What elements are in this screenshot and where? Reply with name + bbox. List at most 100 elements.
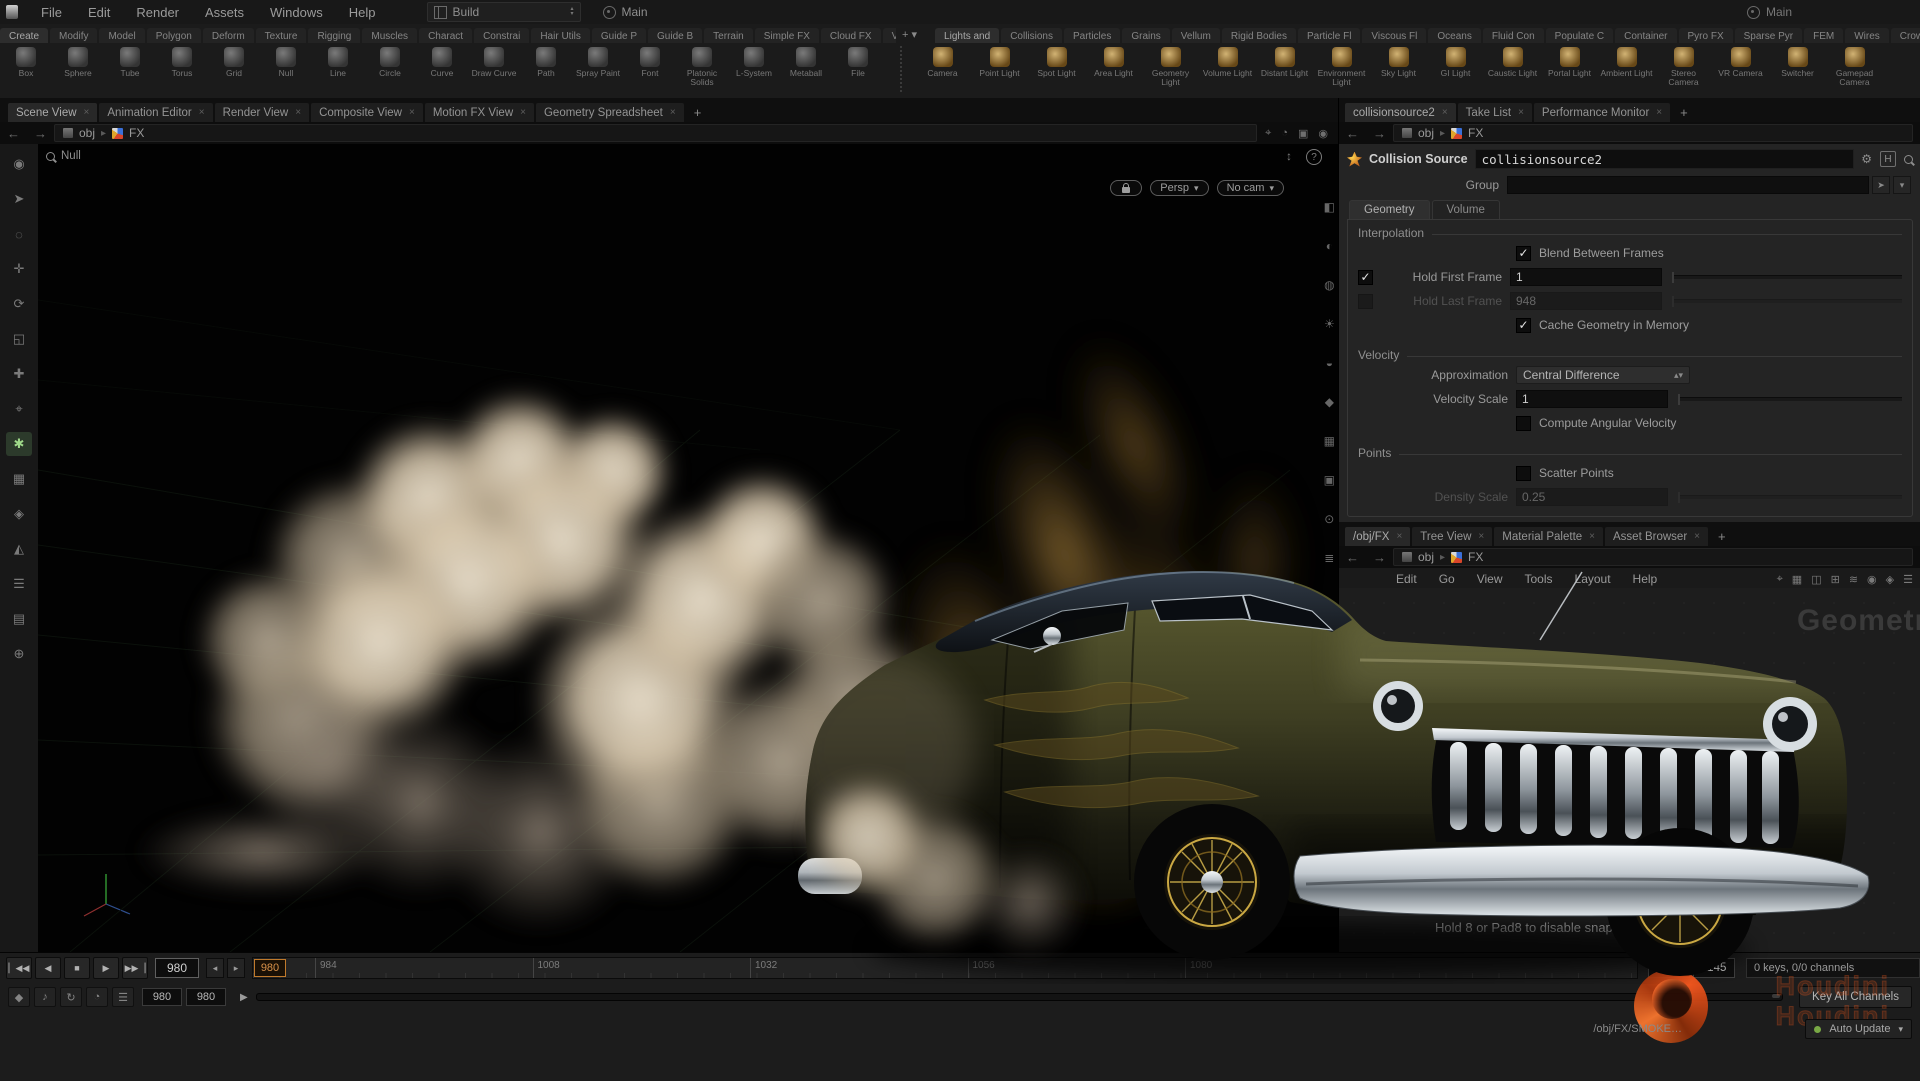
shelf-tab[interactable]: Texture [256,28,307,43]
sky-light-tool[interactable]: Sky Light [1370,44,1427,88]
geometry-light-tool[interactable]: Geometry Light [1142,44,1199,88]
search-params-icon[interactable] [1904,155,1913,164]
play-reverse-button[interactable]: ◀ [35,957,61,979]
step-back-button[interactable]: ◂ [206,958,224,978]
pin-icon[interactable]: ⌖ [1265,127,1271,140]
scene-viewport[interactable]: Null ↕ ? Persp▾ No cam▾ ◧◐◍☀◒◆▦▣⊙≣ [38,144,1338,952]
keyframe-scope-icon[interactable]: ◆ [8,987,30,1007]
menu-item[interactable]: File [28,0,75,24]
tile-layout-icon[interactable]: ◫ [1811,573,1821,586]
density-scale-slider[interactable] [1678,495,1902,499]
caustic-light-tool[interactable]: Caustic Light [1484,44,1541,88]
timeline-track[interactable]: 980 9841008103210561080 [252,957,1638,979]
velocity-scale-slider[interactable] [1678,397,1902,401]
key-pose-icon[interactable]: ◈ [6,502,32,526]
cache-geometry-checkbox[interactable]: ✓ [1516,318,1531,333]
shade-mode-icon[interactable]: ◐ [1326,239,1333,253]
pane-tab[interactable]: collisionsource2 × [1345,103,1456,122]
view-tool-icon[interactable]: ◉ [6,152,32,176]
breadcrumb-node[interactable]: FX [129,126,144,140]
point-light-tool[interactable]: Point Light [971,44,1028,88]
shelf-tab[interactable]: Wires [1845,28,1889,43]
compute-angular-velocity-checkbox[interactable] [1516,416,1531,431]
shelf-tab[interactable]: Sparse Pyr [1735,28,1802,43]
step-forward-button[interactable]: ▸ [227,958,245,978]
node-blast5[interactable]: blast5 [1607,668,1687,683]
ambient-light-tool[interactable]: Ambient Light [1598,44,1655,88]
shelf-tab[interactable]: Particles [1064,28,1120,43]
metaball-tool[interactable]: Metaball [780,44,832,88]
shelf-tab[interactable]: Vellum [1172,28,1220,43]
update-mode-dropdown[interactable]: Auto Update ▾ [1805,1019,1912,1039]
jump-start-button[interactable]: ▏◀◀ [6,957,32,979]
grid-display-icon[interactable]: ▦ [1324,434,1335,448]
gizmo-toggle-icon[interactable]: ⊕ [6,642,32,666]
gear-menu-icon[interactable]: ⚙ [1861,152,1872,166]
pane-tab[interactable]: Composite View × [311,103,423,122]
lasso-tool-icon[interactable]: ◌ [6,222,32,246]
hold-first-frame-slider[interactable] [1672,275,1902,279]
handles-tool-icon[interactable]: ✚ [6,362,32,386]
shadows-icon[interactable]: ◒ [1326,356,1333,370]
hold-last-frame-input[interactable]: 948 [1510,292,1662,310]
network-menu-item[interactable]: Go [1428,572,1466,586]
tab-geometry[interactable]: Geometry [1349,200,1430,219]
shelf-tab[interactable]: Charact [419,28,472,43]
help-icon[interactable]: ? [1306,149,1322,165]
shelf-tab[interactable]: Viscous Fl [1362,28,1426,43]
portal-light-tool[interactable]: Portal Light [1541,44,1598,88]
grid-snap-icon[interactable]: ▦ [1792,573,1802,586]
box-display-icon[interactable]: ▣ [1298,127,1308,140]
no-cam-pill[interactable]: No cam▾ [1217,180,1284,196]
spray-paint-tool[interactable]: Spray Paint [572,44,624,88]
active-shelf-tool-icon[interactable]: ✱ [6,432,32,456]
close-icon[interactable]: × [199,107,205,118]
network-menu-item[interactable]: Tools [1514,572,1564,586]
add-node-icon[interactable]: ⊞ [1831,573,1840,586]
breadcrumb-root[interactable]: obj [1418,550,1434,564]
hold-last-frame-checkbox[interactable] [1358,294,1373,309]
shelf-tab[interactable]: Modify [50,28,97,43]
pin-network-icon[interactable]: ⌖ [1777,573,1783,586]
shelf-tab[interactable]: Crowds [1891,28,1920,43]
select-tool-icon[interactable]: ➤ [6,187,32,211]
mirror-tool-icon[interactable]: ◭ [6,537,32,561]
play-forward-button[interactable]: ▶ [93,957,119,979]
forward-arrow-icon[interactable]: → [1366,550,1393,565]
line-tool[interactable]: Line [312,44,364,88]
breadcrumb-root[interactable]: obj [1418,126,1434,140]
close-icon[interactable]: × [1442,107,1448,118]
houdini-badge-icon[interactable]: H [1880,151,1896,167]
shelf-tab[interactable]: Rigid Bodies [1222,28,1296,43]
pane-tab[interactable]: Scene View × [8,103,97,122]
path-tool[interactable]: Path [520,44,572,88]
grid-tool[interactable]: Grid [208,44,260,88]
current-frame-marker[interactable]: 980 [254,959,286,977]
breadcrumb-node[interactable]: FX [1468,550,1483,564]
snap-tool-icon[interactable]: ▦ [6,467,32,491]
wire-shape-icon[interactable]: ≋ [1849,573,1858,586]
tube-tool[interactable]: Tube [104,44,156,88]
pane-tab[interactable]: Take List × [1458,103,1532,122]
shelf-tab[interactable]: FEM [1804,28,1843,43]
pane-tab[interactable]: Performance Monitor × [1534,103,1670,122]
platonic-solids-tool[interactable]: Platonic Solids [676,44,728,88]
close-icon[interactable]: × [1589,531,1595,542]
draw-curve-tool[interactable]: Draw Curve [468,44,520,88]
shelf-tab[interactable]: Fluid Con [1483,28,1544,43]
hold-last-frame-slider[interactable] [1672,299,1902,303]
overview-icon[interactable]: ◉ [1867,573,1877,586]
shelf-tab[interactable]: Guide B [648,28,702,43]
global-range-icon[interactable]: ☰ [112,987,134,1007]
network-menu-item[interactable]: Edit [1385,572,1428,586]
close-icon[interactable]: × [295,107,301,118]
spot-light-tool[interactable]: Spot Light [1028,44,1085,88]
breadcrumb[interactable]: obj ▸ FX [54,124,1257,142]
blend-between-frames-checkbox[interactable]: ✓ [1516,246,1531,261]
shelf-tab[interactable]: Deform [203,28,254,43]
pane-tab[interactable]: /obj/FX × [1345,527,1410,546]
breadcrumb-node[interactable]: FX [1468,126,1483,140]
end-frame-input[interactable]: 1145 [1693,958,1735,978]
close-icon[interactable]: × [409,107,415,118]
pane-tab[interactable]: Render View × [215,103,309,122]
